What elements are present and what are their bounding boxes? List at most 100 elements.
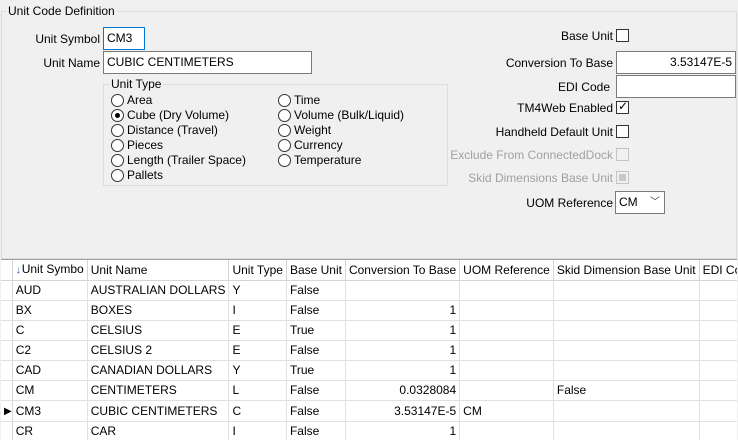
- cell-conversion[interactable]: 1: [345, 360, 461, 381]
- conversion-field[interactable]: 3.53147E-5: [616, 51, 736, 74]
- radio-time[interactable]: Time: [278, 93, 320, 107]
- cell-uom-reference[interactable]: CM: [459, 400, 554, 422]
- cell-unit-type[interactable]: Y: [228, 280, 287, 301]
- cell-unit-symbol[interactable]: CR: [12, 421, 88, 440]
- table-row[interactable]: CM CENTIMETERS L False 0.0328084 False: [1, 380, 737, 401]
- cell-skid-dimension[interactable]: False: [553, 380, 700, 401]
- cell-unit-name[interactable]: CELSIUS 2: [87, 340, 230, 361]
- cell-unit-type[interactable]: Y: [228, 360, 287, 381]
- cell-unit-symbol[interactable]: BX: [12, 300, 88, 321]
- cell-unit-type[interactable]: I: [228, 421, 287, 440]
- radio-volume[interactable]: Volume (Bulk/Liquid): [278, 108, 404, 122]
- cell-base-unit[interactable]: False: [286, 400, 346, 422]
- table-row-current[interactable]: ▶ CM3 CUBIC CENTIMETERS C False 3.53147E…: [1, 400, 737, 422]
- cell-unit-symbol[interactable]: AUD: [12, 280, 88, 301]
- cell-conversion[interactable]: 3.53147E-5: [345, 400, 461, 422]
- cell-skid-dimension[interactable]: [553, 320, 700, 341]
- edi-code-field[interactable]: [616, 75, 736, 98]
- cell-skid-dimension[interactable]: [553, 421, 700, 440]
- unit-name-field[interactable]: CUBIC CENTIMETERS: [103, 51, 312, 74]
- handheld-checkbox[interactable]: [616, 125, 629, 138]
- column-header-unit-name[interactable]: Unit Name: [87, 260, 230, 281]
- cell-base-unit[interactable]: False: [286, 340, 346, 361]
- cell-skid-dimension[interactable]: [553, 400, 700, 422]
- radio-weight[interactable]: Weight: [278, 123, 331, 137]
- cell-unit-name[interactable]: CUBIC CENTIMETERS: [87, 400, 230, 422]
- cell-uom-reference[interactable]: [459, 280, 554, 301]
- cell-conversion[interactable]: 0.0328084: [345, 380, 461, 401]
- cell-unit-name[interactable]: BOXES: [87, 300, 230, 321]
- radio-distance[interactable]: Distance (Travel): [111, 123, 218, 137]
- column-header-edi-code[interactable]: EDI Code: [699, 260, 737, 281]
- cell-edi-code[interactable]: [699, 400, 737, 422]
- table-row[interactable]: BX BOXES I False 1: [1, 300, 737, 321]
- cell-unit-name[interactable]: CAR: [87, 421, 230, 440]
- radio-cube[interactable]: Cube (Dry Volume): [111, 108, 229, 122]
- unit-codes-grid[interactable]: ↓Unit Symbo Unit Name Unit Type Base Uni…: [1, 259, 737, 440]
- cell-unit-type[interactable]: C: [228, 400, 287, 422]
- table-row[interactable]: C CELSIUS E True 1: [1, 320, 737, 341]
- table-row[interactable]: C2 CELSIUS 2 E False 1: [1, 340, 737, 361]
- cell-skid-dimension[interactable]: [553, 340, 700, 361]
- column-header-skid-dimension[interactable]: Skid Dimension Base Unit: [553, 260, 700, 281]
- cell-unit-name[interactable]: AUSTRALIAN DOLLARS: [87, 280, 230, 301]
- cell-base-unit[interactable]: False: [286, 421, 346, 440]
- cell-skid-dimension[interactable]: [553, 300, 700, 321]
- cell-unit-type[interactable]: E: [228, 320, 287, 341]
- cell-unit-type[interactable]: E: [228, 340, 287, 361]
- cell-uom-reference[interactable]: [459, 300, 554, 321]
- cell-edi-code[interactable]: [699, 380, 737, 401]
- cell-unit-symbol[interactable]: CM3: [12, 400, 88, 422]
- cell-base-unit[interactable]: True: [286, 360, 346, 381]
- cell-unit-name[interactable]: CENTIMETERS: [87, 380, 230, 401]
- cell-edi-code[interactable]: [699, 340, 737, 361]
- tm4web-checkbox[interactable]: ✓: [616, 99, 629, 114]
- cell-uom-reference[interactable]: [459, 380, 554, 401]
- base-unit-checkbox[interactable]: [616, 29, 629, 42]
- cell-base-unit[interactable]: False: [286, 380, 346, 401]
- radio-area[interactable]: Area: [111, 93, 152, 107]
- cell-edi-code[interactable]: [699, 320, 737, 341]
- cell-edi-code[interactable]: [699, 280, 737, 301]
- cell-conversion[interactable]: 1: [345, 340, 461, 361]
- cell-unit-type[interactable]: I: [228, 300, 287, 321]
- column-header-uom-reference[interactable]: UOM Reference: [459, 260, 554, 281]
- cell-unit-type[interactable]: L: [228, 380, 287, 401]
- radio-pieces[interactable]: Pieces: [111, 138, 163, 152]
- column-header-base-unit[interactable]: Base Unit: [286, 260, 346, 281]
- cell-conversion[interactable]: [345, 280, 461, 301]
- cell-unit-symbol[interactable]: C: [12, 320, 88, 341]
- cell-skid-dimension[interactable]: [553, 360, 700, 381]
- cell-conversion[interactable]: 1: [345, 421, 461, 440]
- column-header-conversion[interactable]: Conversion To Base: [345, 260, 461, 281]
- radio-pallets[interactable]: Pallets: [111, 168, 163, 182]
- cell-conversion[interactable]: 1: [345, 300, 461, 321]
- cell-base-unit[interactable]: True: [286, 320, 346, 341]
- unit-symbol-field[interactable]: CM3: [103, 27, 145, 50]
- cell-unit-symbol[interactable]: C2: [12, 340, 88, 361]
- cell-uom-reference[interactable]: [459, 320, 554, 341]
- cell-unit-name[interactable]: CELSIUS: [87, 320, 230, 341]
- cell-uom-reference[interactable]: [459, 340, 554, 361]
- table-row[interactable]: CAD CANADIAN DOLLARS Y True 1: [1, 360, 737, 381]
- cell-unit-symbol[interactable]: CAD: [12, 360, 88, 381]
- column-header-unit-symbol[interactable]: ↓Unit Symbo: [12, 260, 88, 281]
- cell-skid-dimension[interactable]: [553, 280, 700, 301]
- radio-temperature[interactable]: Temperature: [278, 153, 361, 167]
- cell-base-unit[interactable]: False: [286, 280, 346, 301]
- cell-edi-code[interactable]: [699, 300, 737, 321]
- radio-currency[interactable]: Currency: [278, 138, 343, 152]
- column-header-unit-type[interactable]: Unit Type: [228, 260, 287, 281]
- cell-unit-symbol[interactable]: CM: [12, 380, 88, 401]
- table-row[interactable]: AUD AUSTRALIAN DOLLARS Y False: [1, 280, 737, 301]
- cell-edi-code[interactable]: [699, 360, 737, 381]
- cell-conversion[interactable]: 1: [345, 320, 461, 341]
- cell-uom-reference[interactable]: [459, 421, 554, 440]
- cell-edi-code[interactable]: [699, 421, 737, 440]
- uom-reference-select[interactable]: CM ﹀: [615, 191, 665, 214]
- table-row[interactable]: CR CAR I False 1: [1, 421, 737, 440]
- cell-base-unit[interactable]: False: [286, 300, 346, 321]
- cell-uom-reference[interactable]: [459, 360, 554, 381]
- cell-unit-name[interactable]: CANADIAN DOLLARS: [87, 360, 230, 381]
- radio-length[interactable]: Length (Trailer Space): [111, 153, 246, 167]
